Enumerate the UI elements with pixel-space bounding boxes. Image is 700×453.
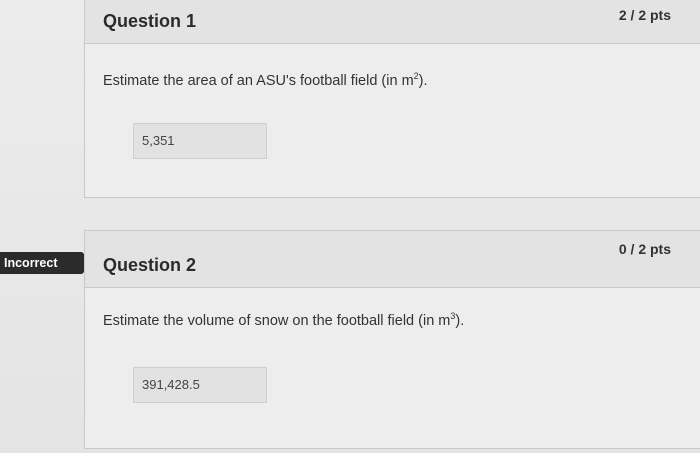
question-2: Question 2 0 / 2 pts Estimate the volume… [84,230,700,449]
incorrect-flag: Incorrect [0,252,93,274]
answer-value: 391,428.5 [142,377,200,392]
question-title: Question 2 [103,255,197,275]
question-1: Question 1 2 / 2 pts Estimate the area o… [84,0,700,198]
question-title: Question 1 [103,11,197,31]
incorrect-label: Incorrect [4,256,58,270]
question-text: Estimate the area of an ASU's football f… [103,71,428,89]
question-header: Question 2 0 / 2 pts [85,231,700,288]
answer-value: 5,351 [142,133,175,148]
answer-box: 391,428.5 [133,367,267,403]
question-text: Estimate the volume of snow on the footb… [103,311,465,329]
question-points: 2 / 2 pts [618,7,671,23]
question-header: Question 1 2 / 2 pts [85,0,700,44]
answer-box: 5,351 [133,123,267,159]
question-points: 0 / 2 pts [618,241,671,257]
